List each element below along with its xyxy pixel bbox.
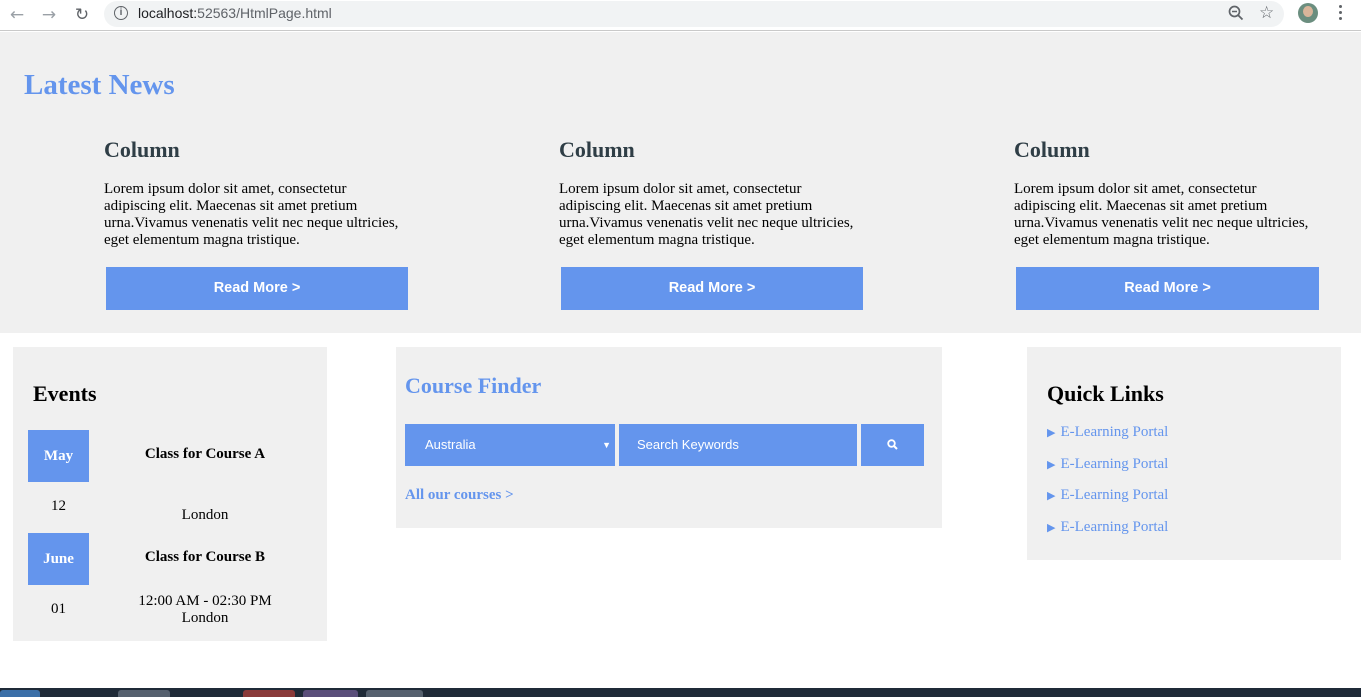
all-courses-link[interactable]: All our courses > (405, 487, 514, 504)
events-panel: Events May Class for Course A 12 London … (13, 347, 327, 641)
quick-link-label: E-Learning Portal (1060, 519, 1169, 535)
os-taskbar (0, 688, 1361, 697)
course-finder-panel: Course Finder Australia ▼ Search Keyword… (396, 347, 942, 528)
info-icon[interactable]: i (114, 6, 128, 20)
read-more-button[interactable]: Read More > (561, 267, 863, 310)
taskbar-app[interactable] (366, 690, 423, 697)
event-month-badge: May (28, 430, 89, 482)
chevron-down-icon: ▼ (602, 440, 611, 450)
column-text: Lorem ipsum dolor sit amet, consectetur … (1014, 181, 1309, 248)
event-day: 01 (51, 601, 66, 617)
quick-link-label: E-Learning Portal (1060, 424, 1169, 440)
back-icon[interactable]: ← (8, 6, 26, 24)
read-more-button[interactable]: Read More > (106, 267, 408, 310)
quick-link[interactable]: ▶ E-Learning Portal (1047, 424, 1168, 441)
news-column: Column Lorem ipsum dolor sit amet, conse… (1014, 137, 1324, 310)
play-arrow-icon: ▶ (1047, 458, 1056, 471)
browser-toolbar: ← → ↻ i localhost:52563/HtmlPage.html ☆ (0, 0, 1361, 31)
quick-link-label: E-Learning Portal (1060, 487, 1169, 503)
event-title[interactable]: Class for Course A (109, 446, 301, 463)
news-column: Column Lorem ipsum dolor sit amet, conse… (104, 137, 414, 310)
event-location: London (181, 507, 229, 523)
reload-icon[interactable]: ↻ (73, 6, 91, 24)
quick-link[interactable]: ▶ E-Learning Portal (1047, 487, 1168, 504)
profile-avatar[interactable] (1298, 3, 1318, 23)
quick-link-label: E-Learning Portal (1060, 456, 1169, 472)
country-select-value: Australia (425, 437, 476, 452)
events-title: Events (33, 381, 97, 406)
column-heading: Column (1014, 137, 1090, 162)
play-arrow-icon: ▶ (1047, 521, 1056, 534)
column-text: Lorem ipsum dolor sit amet, consectetur … (559, 181, 854, 248)
quick-links-title: Quick Links (1047, 381, 1164, 406)
search-icon (887, 439, 898, 450)
play-arrow-icon: ▶ (1047, 489, 1056, 502)
read-more-button[interactable]: Read More > (1016, 267, 1319, 310)
column-heading: Column (559, 137, 635, 162)
start-button[interactable] (0, 690, 40, 697)
country-select[interactable]: Australia ▼ (405, 424, 615, 466)
taskbar-app[interactable] (118, 690, 170, 697)
course-finder-title: Course Finder (405, 373, 542, 398)
news-column: Column Lorem ipsum dolor sit amet, conse… (559, 137, 869, 310)
event-day: 12 (51, 498, 66, 514)
taskbar-app[interactable] (303, 690, 358, 697)
forward-icon[interactable]: → (40, 6, 58, 24)
search-input[interactable]: Search Keywords (619, 424, 857, 466)
news-title: Latest News (24, 69, 175, 101)
address-bar[interactable]: i localhost:52563/HtmlPage.html (104, 1, 1284, 27)
kebab-menu-icon[interactable] (1335, 5, 1345, 23)
url-path: 52563/HtmlPage.html (197, 5, 332, 21)
taskbar-app[interactable] (243, 690, 295, 697)
play-arrow-icon: ▶ (1047, 426, 1056, 439)
search-button[interactable] (861, 424, 924, 466)
url-text: localhost:52563/HtmlPage.html (138, 5, 332, 21)
column-heading: Column (104, 137, 180, 162)
event-location: London (181, 610, 229, 626)
event-month-badge: June (28, 533, 89, 585)
zoom-icon[interactable] (1228, 5, 1244, 21)
url-host: localhost: (138, 5, 198, 21)
quick-links-panel: Quick Links ▶ E-Learning Portal ▶ E-Learni… (1027, 347, 1341, 560)
column-text: Lorem ipsum dolor sit amet, consectetur … (104, 181, 399, 248)
quick-link[interactable]: ▶ E-Learning Portal (1047, 456, 1168, 473)
quick-link[interactable]: ▶ E-Learning Portal (1047, 519, 1168, 536)
bookmark-star-icon[interactable]: ☆ (1259, 3, 1274, 23)
event-time: 12:00 AM - 02:30 PM (138, 593, 272, 609)
latest-news-section: Latest News Column Lorem ipsum dolor sit… (0, 32, 1361, 333)
event-title[interactable]: Class for Course B (109, 549, 301, 566)
